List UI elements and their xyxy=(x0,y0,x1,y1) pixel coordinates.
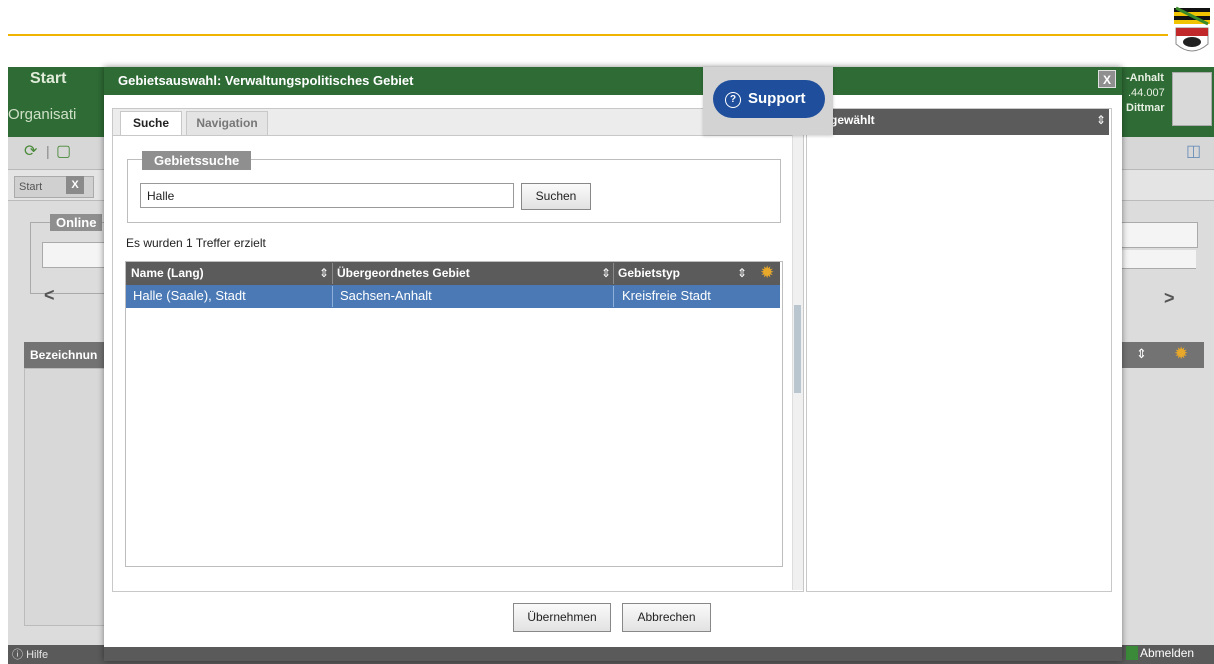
dialog-title: Gebietsauswahl: Verwaltungspolitisches G… xyxy=(118,73,414,88)
table-cell: Halle (Saale), Stadt xyxy=(133,288,246,303)
search-input[interactable] xyxy=(140,183,514,208)
tab-navigation[interactable]: Navigation xyxy=(186,111,268,135)
app-grid-body xyxy=(24,368,116,626)
logout-icon xyxy=(1126,646,1138,660)
refresh-icon[interactable]: ⟳ xyxy=(24,141,37,161)
selected-pane xyxy=(806,108,1112,592)
right-input[interactable] xyxy=(1120,222,1198,248)
new-document-icon[interactable]: ▢ xyxy=(56,141,71,161)
sort-icon[interactable]: ⇕ xyxy=(601,262,611,285)
search-legend: Gebietssuche xyxy=(142,151,252,170)
coat-of-arms-icon xyxy=(1174,6,1210,52)
app-grid-header[interactable]: Bezeichnun xyxy=(24,342,114,368)
cell-divider xyxy=(332,286,333,307)
app-crest-icon xyxy=(1172,72,1212,126)
help-circle-icon: ? xyxy=(725,92,741,108)
close-icon[interactable]: X xyxy=(66,176,84,194)
support-label: Support xyxy=(748,90,806,107)
cancel-button[interactable]: Abbrechen xyxy=(622,603,711,632)
header-accent-line xyxy=(8,34,1168,36)
dialog-close-button[interactable]: X xyxy=(1098,70,1116,88)
gear-icon[interactable]: ✹ xyxy=(1174,344,1188,364)
column-header-area-type[interactable]: Gebietstyp xyxy=(618,262,680,285)
sort-icon[interactable]: ⇕ xyxy=(319,262,329,285)
table-cell: Kreisfreie Stadt xyxy=(622,288,711,303)
help-button[interactable]: ⓘ Hilfe xyxy=(12,646,48,662)
help-label: Hilfe xyxy=(26,649,49,661)
dialog-footer-bar xyxy=(104,647,1122,661)
tab-suche[interactable]: Suche xyxy=(120,111,182,135)
column-header-parent-area[interactable]: Übergeordnetes Gebiet xyxy=(337,262,470,285)
cell-divider xyxy=(613,286,614,307)
app-user-line-3: Dittmar xyxy=(1126,102,1165,114)
column-header-name[interactable]: Name (Lang) xyxy=(131,262,204,285)
logout-button[interactable]: Abmelden xyxy=(1140,646,1194,660)
sort-icon[interactable]: ⇕ xyxy=(1136,346,1147,362)
table-cell: Sachsen-Anhalt xyxy=(340,288,432,303)
search-button[interactable]: Suchen xyxy=(521,183,591,210)
toolbar-separator: | xyxy=(46,143,50,159)
app-grid-header-right xyxy=(1120,342,1204,368)
sort-icon[interactable]: ⇕ xyxy=(737,262,747,285)
app-user-line-2: .44.007 xyxy=(1128,87,1165,99)
scrollbar-thumb[interactable] xyxy=(794,305,801,393)
help-icon: ⓘ xyxy=(12,649,27,661)
chevron-left-icon[interactable]: < xyxy=(44,285,55,306)
online-legend: Online xyxy=(50,214,103,231)
app-user-line-1: -Anhalt xyxy=(1126,72,1164,84)
right-input-2[interactable] xyxy=(1120,250,1196,269)
result-count-text: Es wurden 1 Treffer erzielt xyxy=(126,236,266,250)
app-organisation: Organisati xyxy=(8,106,77,123)
column-divider xyxy=(332,263,333,284)
accept-button[interactable]: Übernehmen xyxy=(513,603,611,632)
selected-column-header[interactable]: gewählt xyxy=(830,113,875,127)
column-divider xyxy=(613,263,614,284)
book-icon[interactable]: ◫ xyxy=(1186,141,1201,161)
app-title[interactable]: Start xyxy=(30,70,66,88)
sort-icon[interactable]: ⇕ xyxy=(1096,113,1106,127)
chevron-right-icon[interactable]: > xyxy=(1164,288,1175,309)
gear-icon[interactable]: ✹ xyxy=(760,262,774,284)
